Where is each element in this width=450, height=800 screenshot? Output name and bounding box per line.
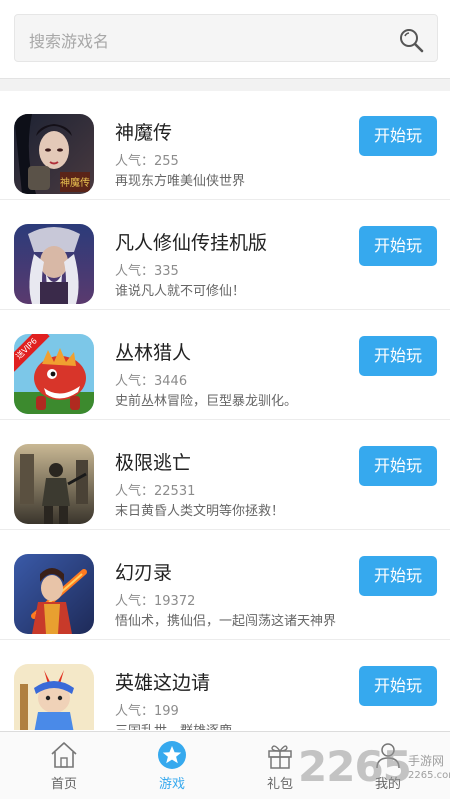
game-description: 史前丛林冒险，巨型暴龙驯化。	[115, 394, 298, 409]
game-description: 末日黄昏人类文明等你拯救！	[115, 504, 285, 519]
tab-label: 我的	[374, 777, 401, 792]
play-button[interactable]: 开始玩	[359, 226, 437, 266]
game-icon-shenmozhuan[interactable]: 神魔传	[14, 114, 94, 194]
tab-label: 游戏	[158, 777, 185, 792]
game-row[interactable]: 神魔传 神魔传 人气：255 再现东方唯美仙侠世界 开始玩	[0, 90, 450, 200]
gift-icon	[268, 745, 292, 769]
game-description: 再现东方唯美仙侠世界	[115, 174, 246, 189]
game-description: 悟仙术，携仙侣，一起闯荡这诸天神界	[115, 614, 337, 629]
search-bar: 搜索游戏名	[0, 0, 450, 78]
game-name: 丛林猎人	[115, 342, 192, 364]
game-row[interactable]: 送VIP6 丛林猎人 人气：3446 史前丛林冒险，巨型暴龙驯化。 开始玩	[0, 310, 450, 420]
game-description: 三国乱世，群雄逐鹿	[115, 720, 232, 730]
play-button[interactable]: 开始玩	[359, 336, 437, 376]
game-name: 幻刃录	[115, 562, 173, 584]
svg-text:神魔传: 神魔传	[60, 176, 90, 189]
star-icon	[158, 741, 186, 769]
game-list[interactable]: 神魔传 神魔传 人气：255 再现东方唯美仙侠世界 开始玩 凡人修仙传挂机版 人…	[0, 90, 450, 730]
game-row[interactable]: 极限逃亡 人气：22531 末日黄昏人类文明等你拯救！ 开始玩	[0, 420, 450, 530]
play-button[interactable]: 开始玩	[359, 116, 437, 156]
game-popularity: 人气：335	[115, 264, 179, 279]
game-icon-yingxiong[interactable]	[14, 664, 94, 730]
play-button[interactable]: 开始玩	[359, 666, 437, 706]
play-button[interactable]: 开始玩	[359, 446, 437, 486]
tab-label: 礼包	[266, 777, 293, 792]
game-name: 极限逃亡	[115, 452, 192, 474]
game-name: 神魔传	[115, 122, 173, 144]
game-icon-fanren[interactable]	[14, 224, 94, 304]
tab-label: 首页	[50, 777, 77, 792]
game-popularity: 人气：199	[115, 704, 179, 719]
game-name: 英雄这边请	[115, 672, 211, 694]
tab-gifts[interactable]: 礼包	[224, 732, 336, 800]
game-popularity: 人气：3446	[115, 374, 188, 389]
game-description: 谁说凡人就不可修仙！	[115, 284, 246, 299]
bottom-tab-bar: 首页 游戏 礼包 我的	[0, 731, 450, 799]
tab-games[interactable]: 游戏	[116, 732, 228, 800]
search-input[interactable]: 搜索游戏名	[14, 14, 438, 62]
game-name: 凡人修仙传挂机版	[115, 232, 268, 254]
game-popularity: 人气：255	[115, 154, 179, 169]
game-popularity: 人气：19372	[115, 594, 196, 609]
home-icon	[51, 742, 77, 768]
user-icon	[376, 743, 400, 769]
tab-mine[interactable]: 我的	[332, 732, 444, 800]
search-placeholder: 搜索游戏名	[29, 32, 110, 51]
game-popularity: 人气：22531	[115, 484, 196, 499]
game-row[interactable]: 英雄这边请 人气：199 三国乱世，群雄逐鹿 开始玩	[0, 640, 450, 730]
search-icon[interactable]	[397, 26, 425, 54]
game-icon-jixian[interactable]	[14, 444, 94, 524]
game-row[interactable]: 凡人修仙传挂机版 人气：335 谁说凡人就不可修仙！ 开始玩	[0, 200, 450, 310]
tab-home[interactable]: 首页	[8, 732, 120, 800]
game-icon-conglin[interactable]: 送VIP6	[14, 334, 94, 414]
play-button[interactable]: 开始玩	[359, 556, 437, 596]
game-row[interactable]: 幻刃录 人气：19372 悟仙术，携仙侣，一起闯荡这诸天神界 开始玩	[0, 530, 450, 640]
game-icon-huanren[interactable]	[14, 554, 94, 634]
